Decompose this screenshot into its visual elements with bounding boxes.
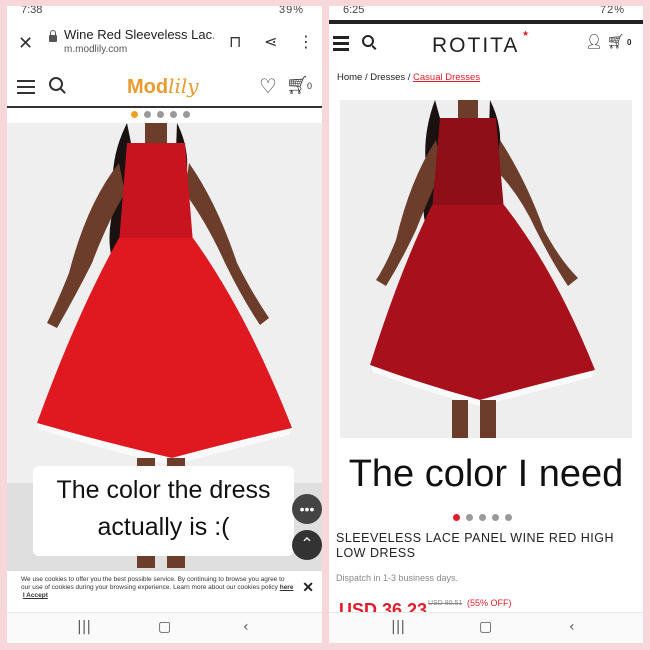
scroll-top-icon[interactable]: ⌃ [292, 530, 322, 560]
chat-icon[interactable]: ••• [292, 494, 322, 524]
home-button[interactable]: ▢ [158, 619, 171, 635]
caption: The color I need [348, 453, 624, 495]
left-screenshot: 7:38 39% ✕ Wine Red Sleeveless Lac... m.… [7, 6, 322, 643]
logo-star-icon: ★ [522, 29, 530, 38]
right-screenshot: 6:25 72% ROTITA ★ 👤︎ 🛒︎ 0 Home / Dresses… [329, 6, 643, 643]
breadcrumb-dresses[interactable]: Dresses [370, 72, 405, 83]
back-button[interactable]: ‹ [243, 619, 249, 635]
carousel-dot[interactable] [170, 111, 177, 118]
cart-icon[interactable]: 🛒︎ [286, 75, 309, 96]
caption-line-1: The color the dress [56, 476, 271, 504]
product-title: SLEEVELESS LACE PANEL WINE RED HIGH LOW … [336, 531, 614, 560]
back-button[interactable]: ‹ [569, 619, 575, 635]
caption-box: The color the dress actually is :( [33, 466, 294, 556]
cookie-policy-link[interactable]: here [280, 584, 294, 591]
breadcrumb-home[interactable]: Home [337, 72, 362, 83]
breadcrumb-current[interactable]: Casual Dresses [413, 72, 480, 83]
system-nav-bar: ||| ▢ ‹ [7, 612, 322, 643]
cart-icon[interactable]: 🛒︎ [607, 34, 625, 50]
close-icon[interactable]: ✕ [302, 580, 314, 594]
wishlist-icon[interactable]: ♡ [259, 74, 277, 98]
recent-apps-button[interactable]: ||| [77, 619, 91, 635]
tab-title[interactable]: Wine Red Sleeveless Lac... [64, 27, 214, 42]
lock-icon [49, 30, 57, 42]
site-logo[interactable]: ROTITA [432, 34, 519, 58]
status-bar: 6:25 72% [329, 6, 643, 19]
cart-count: 0 [307, 81, 313, 91]
status-bar: 7:38 39% [7, 6, 322, 19]
search-icon[interactable] [49, 77, 63, 91]
discount-badge: (55% OFF) [467, 598, 512, 608]
system-nav-bar: ||| ▢ ‹ [329, 612, 643, 643]
carousel-dot[interactable] [453, 514, 460, 521]
cookie-banner: We use cookies to offer you the best pos… [7, 570, 322, 614]
carousel-dot[interactable] [157, 111, 164, 118]
user-icon[interactable]: 👤︎ [585, 34, 603, 50]
recent-apps-button[interactable]: ||| [391, 619, 405, 635]
menu-icon[interactable] [17, 80, 35, 98]
carousel-dots [131, 111, 190, 118]
home-button[interactable]: ▢ [479, 619, 492, 635]
product-photo[interactable] [340, 100, 632, 438]
caption-line-2: actually is :( [97, 513, 230, 541]
browser-toolbar: ✕ Wine Red Sleeveless Lac... m.modlily.c… [7, 20, 322, 69]
site-header: ROTITA ★ 👤︎ 🛒︎ 0 [329, 20, 643, 64]
bookmark-icon[interactable]: ⊓ [229, 32, 241, 51]
carousel-dot[interactable] [479, 514, 486, 521]
battery-percent: 39% [278, 6, 304, 16]
menu-icon[interactable] [333, 36, 349, 54]
dispatch-info: Dispatch in 1-3 business days. [336, 573, 459, 583]
carousel-dot[interactable] [466, 514, 473, 521]
original-price: USD 80.51 [428, 600, 463, 607]
carousel-dot[interactable] [183, 111, 190, 118]
search-icon[interactable] [362, 35, 374, 47]
battery-percent: 72% [599, 6, 625, 16]
carousel-dot[interactable] [131, 111, 138, 118]
accept-cookies-button[interactable]: I Accept [23, 592, 48, 599]
cookie-text: We use cookies to offer you the best pos… [21, 576, 285, 591]
cart-count: 0 [627, 38, 632, 47]
carousel-dots [453, 514, 512, 521]
breadcrumb: Home / Dresses / Casual Dresses [337, 72, 481, 83]
share-icon[interactable]: ⋖ [264, 32, 277, 51]
close-icon[interactable]: ✕ [18, 33, 33, 54]
site-logo[interactable]: Modlily [127, 74, 199, 99]
site-header: Modlily ♡ 🛒︎ 0 [7, 68, 322, 108]
status-time: 6:25 [343, 6, 365, 16]
more-icon[interactable]: ⋮ [298, 32, 314, 51]
carousel-dot[interactable] [492, 514, 499, 521]
carousel-dot[interactable] [505, 514, 512, 521]
status-time: 7:38 [21, 6, 43, 16]
url-text[interactable]: m.modlily.com [64, 44, 127, 55]
carousel-dot[interactable] [144, 111, 151, 118]
